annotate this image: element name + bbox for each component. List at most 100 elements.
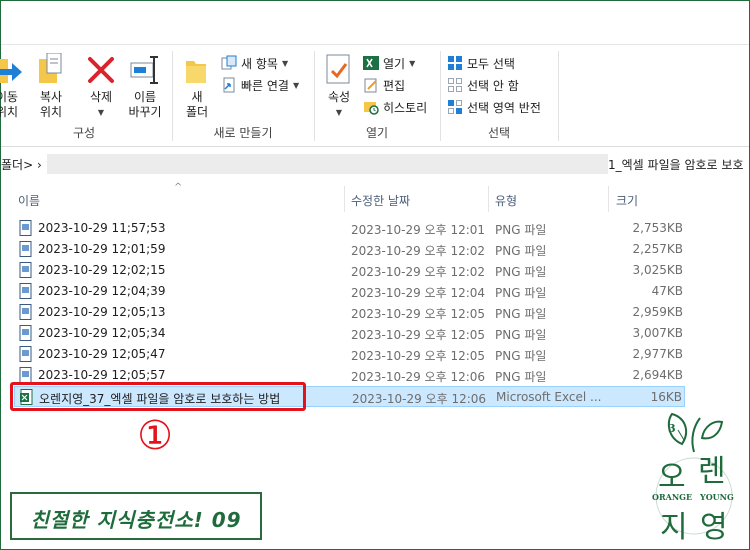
- file-row[interactable]: 2023-10-29 12;05;13 2023-10-29 오후 12:05 …: [14, 302, 685, 323]
- file-name: 2023-10-29 12;02;15: [38, 263, 166, 277]
- logo-text-left: ORANGE: [652, 492, 693, 502]
- file-date: 2023-10-29 오후 12:04: [351, 286, 486, 300]
- list-header: ^ 이름 수정한 날짜 유형 크기: [1, 182, 749, 212]
- highlight-box: [10, 382, 306, 411]
- file-date: 2023-10-29 오후 12:06: [351, 370, 486, 384]
- file-size: 3,007KB: [632, 326, 683, 340]
- file-name: 2023-10-29 12;05;13: [38, 305, 166, 319]
- move-to-icon: [0, 59, 22, 83]
- file-date: 2023-10-29 오후 12:06: [352, 392, 487, 406]
- file-size: 47KB: [651, 284, 683, 298]
- column-size[interactable]: 크기: [616, 192, 638, 209]
- select-all-icon: [448, 56, 462, 70]
- group-label-organize: 구성: [72, 126, 96, 140]
- edit-button[interactable]: 편집: [363, 75, 405, 95]
- easy-access-button[interactable]: 빠른 연결 ▼: [221, 75, 299, 95]
- image-file-icon: [19, 346, 32, 362]
- file-name: 2023-10-29 12;05;57: [38, 368, 166, 382]
- banner-text: 친절한 지식충전소! 09: [30, 508, 242, 532]
- logo-char: 영: [700, 510, 728, 545]
- address-field[interactable]: [47, 154, 608, 174]
- image-file-icon: [19, 283, 32, 299]
- address-bar[interactable]: 폴더> › 1_엑셀 파일을 암호로 보호: [1, 152, 749, 176]
- column-divider[interactable]: [608, 186, 609, 212]
- file-size: 16KB: [650, 390, 682, 404]
- leaf-logo-icon: [655, 412, 733, 535]
- file-name: 2023-10-29 12;04;39: [38, 284, 166, 298]
- file-name: 2023-10-29 12;05;34: [38, 326, 166, 340]
- history-icon: [364, 102, 379, 115]
- image-file-icon: [19, 367, 32, 383]
- logo-text-right: YOUNG: [700, 492, 734, 502]
- delete-icon: [88, 57, 114, 83]
- new-folder-icon: [186, 61, 206, 83]
- file-row[interactable]: 2023-10-29 12;02;15 2023-10-29 오후 12:02 …: [14, 260, 685, 281]
- chevron-down-icon: ▼: [335, 108, 343, 117]
- file-date: 2023-10-29 오후 12:05: [351, 328, 486, 342]
- ribbon-separator: [558, 51, 559, 141]
- easy-access-icon: [223, 77, 235, 93]
- breadcrumb-current[interactable]: 1_엑셀 파일을 암호로 보호: [608, 156, 743, 173]
- group-label-select: 선택: [487, 126, 511, 140]
- file-date: 2023-10-29 오후 12:02: [351, 265, 486, 279]
- edit-icon: [364, 78, 377, 93]
- copy-to-icon: [39, 53, 62, 83]
- file-name: 2023-10-29 12;05;47: [38, 347, 166, 361]
- select-all-button[interactable]: 모두 선택: [447, 53, 515, 73]
- file-type: PNG 파일: [495, 286, 547, 300]
- file-type: PNG 파일: [495, 307, 547, 321]
- file-type: PNG 파일: [495, 244, 547, 258]
- file-size: 3,025KB: [632, 263, 683, 277]
- group-select: 모두 선택 선택 안 함 선택 영역 반전 선택: [441, 45, 557, 147]
- image-file-icon: [19, 262, 32, 278]
- column-type[interactable]: 유형: [495, 192, 517, 209]
- step-marker: ①: [137, 413, 173, 459]
- column-divider[interactable]: [488, 186, 489, 212]
- file-size: 2,257KB: [632, 242, 683, 256]
- copy-to-button[interactable]: 복사 위치: [31, 53, 71, 120]
- logo-char: 지: [660, 510, 688, 545]
- group-label-new: 새로 만들기: [213, 126, 273, 140]
- history-button[interactable]: 히스토리: [363, 97, 427, 117]
- rename-button[interactable]: 이름 바꾸기: [123, 53, 167, 120]
- file-date: 2023-10-29 오후 12:05: [351, 349, 486, 363]
- group-open: 속성 ▼ 열기 ▼ 편집 히스토리 열기: [315, 45, 439, 147]
- file-row[interactable]: 2023-10-29 12;04;39 2023-10-29 오후 12:04 …: [14, 281, 685, 302]
- ribbon: 이동 위치 복사 위치 삭제 ▼ 이름 바꾸기 구성 새 폴더 새 항목 ▼ 빠…: [0, 1, 749, 147]
- column-divider[interactable]: [344, 186, 345, 212]
- file-type: PNG 파일: [495, 223, 547, 237]
- file-type: PNG 파일: [495, 349, 547, 363]
- logo-char: 렌: [698, 454, 726, 489]
- column-date[interactable]: 수정한 날짜: [351, 192, 410, 209]
- open-button[interactable]: 열기 ▼: [363, 53, 415, 73]
- file-date: 2023-10-29 오후 12:05: [351, 307, 486, 321]
- properties-button[interactable]: 속성 ▼: [321, 53, 357, 120]
- file-name: 2023-10-29 11;57;53: [38, 221, 166, 235]
- file-row[interactable]: 2023-10-29 11;57;53 2023-10-29 오후 12:01 …: [14, 218, 685, 239]
- file-row[interactable]: 2023-10-29 12;05;47 2023-10-29 오후 12:05 …: [14, 344, 685, 365]
- new-folder-button[interactable]: 새 폴더: [179, 53, 215, 120]
- breadcrumb-parent[interactable]: 폴더> ›: [1, 156, 42, 173]
- file-type: PNG 파일: [495, 265, 547, 279]
- file-name: 2023-10-29 12;01;59: [38, 242, 166, 256]
- select-none-icon: [448, 78, 462, 92]
- delete-button[interactable]: 삭제 ▼: [83, 53, 119, 120]
- file-date: 2023-10-29 오후 12:02: [351, 244, 486, 258]
- new-item-button[interactable]: 새 항목 ▼: [221, 53, 288, 73]
- select-none-button[interactable]: 선택 안 함: [447, 75, 519, 95]
- logo-char: 오: [658, 460, 686, 495]
- file-row[interactable]: 2023-10-29 12;01;59 2023-10-29 오후 12:02 …: [14, 239, 685, 260]
- move-to-button[interactable]: 이동 위치: [0, 53, 27, 120]
- invert-selection-button[interactable]: 선택 영역 반전: [447, 97, 541, 117]
- column-name[interactable]: 이름: [18, 192, 40, 209]
- file-size: 2,959KB: [632, 305, 683, 319]
- image-file-icon: [19, 241, 32, 257]
- file-size: 2,977KB: [632, 347, 683, 361]
- image-file-icon: [19, 220, 32, 236]
- channel-banner: 친절한 지식충전소! 09: [10, 492, 262, 540]
- sort-ascending-icon: ^: [174, 182, 183, 193]
- image-file-icon: [19, 325, 32, 341]
- ribbon-tab-strip: [1, 1, 749, 45]
- properties-icon: [326, 54, 350, 84]
- file-row[interactable]: 2023-10-29 12;05;34 2023-10-29 오후 12:05 …: [14, 323, 685, 344]
